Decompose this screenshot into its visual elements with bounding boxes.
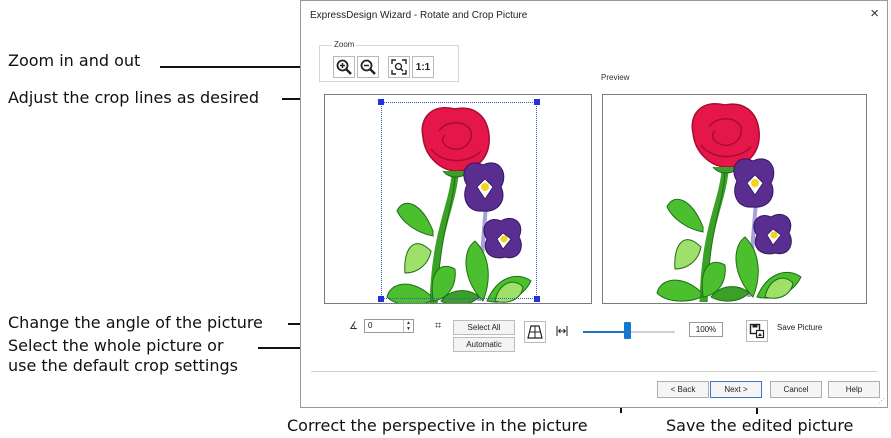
one-to-one-label: 1:1	[415, 61, 431, 73]
callout-zoom: Zoom in and out	[8, 51, 141, 70]
angle-icon: ∡	[349, 321, 358, 332]
flower-preview-picture	[653, 97, 813, 302]
close-button[interactable]: ×	[870, 6, 879, 22]
crop-handle-bottom-right[interactable]	[534, 296, 540, 302]
zoom-out-icon	[360, 59, 376, 75]
perspective-icon	[527, 325, 543, 339]
zoom-to-fit-icon	[391, 59, 407, 75]
resize-width-icon	[556, 326, 568, 336]
perspective-button[interactable]	[524, 321, 546, 343]
cancel-button[interactable]: Cancel	[770, 381, 822, 398]
zoom-group: Zoom 1:1	[319, 40, 459, 82]
help-button[interactable]: Help	[828, 381, 880, 398]
automatic-button[interactable]: Automatic	[453, 337, 515, 352]
crop-rectangle[interactable]	[381, 102, 537, 299]
zoom-group-label: Zoom	[332, 40, 357, 49]
back-button[interactable]: < Back	[657, 381, 709, 398]
save-picture-icon	[749, 323, 765, 339]
crop-pane[interactable]	[324, 94, 592, 304]
angle-spin-arrows[interactable]: ▲ ▼	[403, 320, 413, 332]
rotate-crop-dialog: ExpressDesign Wizard - Rotate and Crop P…	[300, 0, 888, 408]
crop-handle-top-left[interactable]	[378, 99, 384, 105]
zoom-to-fit-button[interactable]	[388, 56, 410, 78]
title-bar: ExpressDesign Wizard - Rotate and Crop P…	[301, 1, 887, 31]
preview-pane	[602, 94, 867, 304]
callout-angle: Change the angle of the picture	[8, 313, 263, 332]
save-picture-button[interactable]	[746, 320, 768, 342]
callout-select-line1: Select the whole picture or	[8, 336, 224, 355]
callout-perspective: Correct the perspective in the picture	[287, 416, 588, 435]
callout-crop-lines: Adjust the crop lines as desired	[8, 88, 260, 107]
callout-select-line2: use the default crop settings	[8, 356, 238, 375]
zoom-slider-fill	[583, 331, 628, 333]
save-picture-label: Save Picture	[777, 323, 823, 332]
preview-label: Preview	[601, 73, 630, 82]
select-all-button[interactable]: Select All	[453, 320, 515, 335]
callout-save: Save the edited picture	[666, 416, 854, 435]
zoom-one-to-one-button[interactable]: 1:1	[412, 56, 434, 78]
next-button[interactable]: Next >	[710, 381, 762, 398]
zoom-slider-thumb[interactable]	[623, 322, 631, 339]
dialog-title: ExpressDesign Wizard - Rotate and Crop P…	[310, 10, 528, 21]
footer-divider	[311, 371, 877, 372]
crop-icon: ⌗	[435, 320, 442, 332]
crop-handle-top-right[interactable]	[534, 99, 540, 105]
crop-handle-bottom-left[interactable]	[378, 296, 384, 302]
angle-value: 0	[368, 321, 373, 330]
zoom-in-button[interactable]	[333, 56, 355, 78]
zoom-out-button[interactable]	[357, 56, 379, 78]
zoom-in-icon	[336, 59, 352, 75]
zoom-percent-field[interactable]: 100%	[689, 322, 723, 337]
resize-grip-icon[interactable]: ⋰	[878, 398, 885, 405]
angle-spinbox[interactable]: 0 ▲ ▼	[364, 319, 414, 333]
